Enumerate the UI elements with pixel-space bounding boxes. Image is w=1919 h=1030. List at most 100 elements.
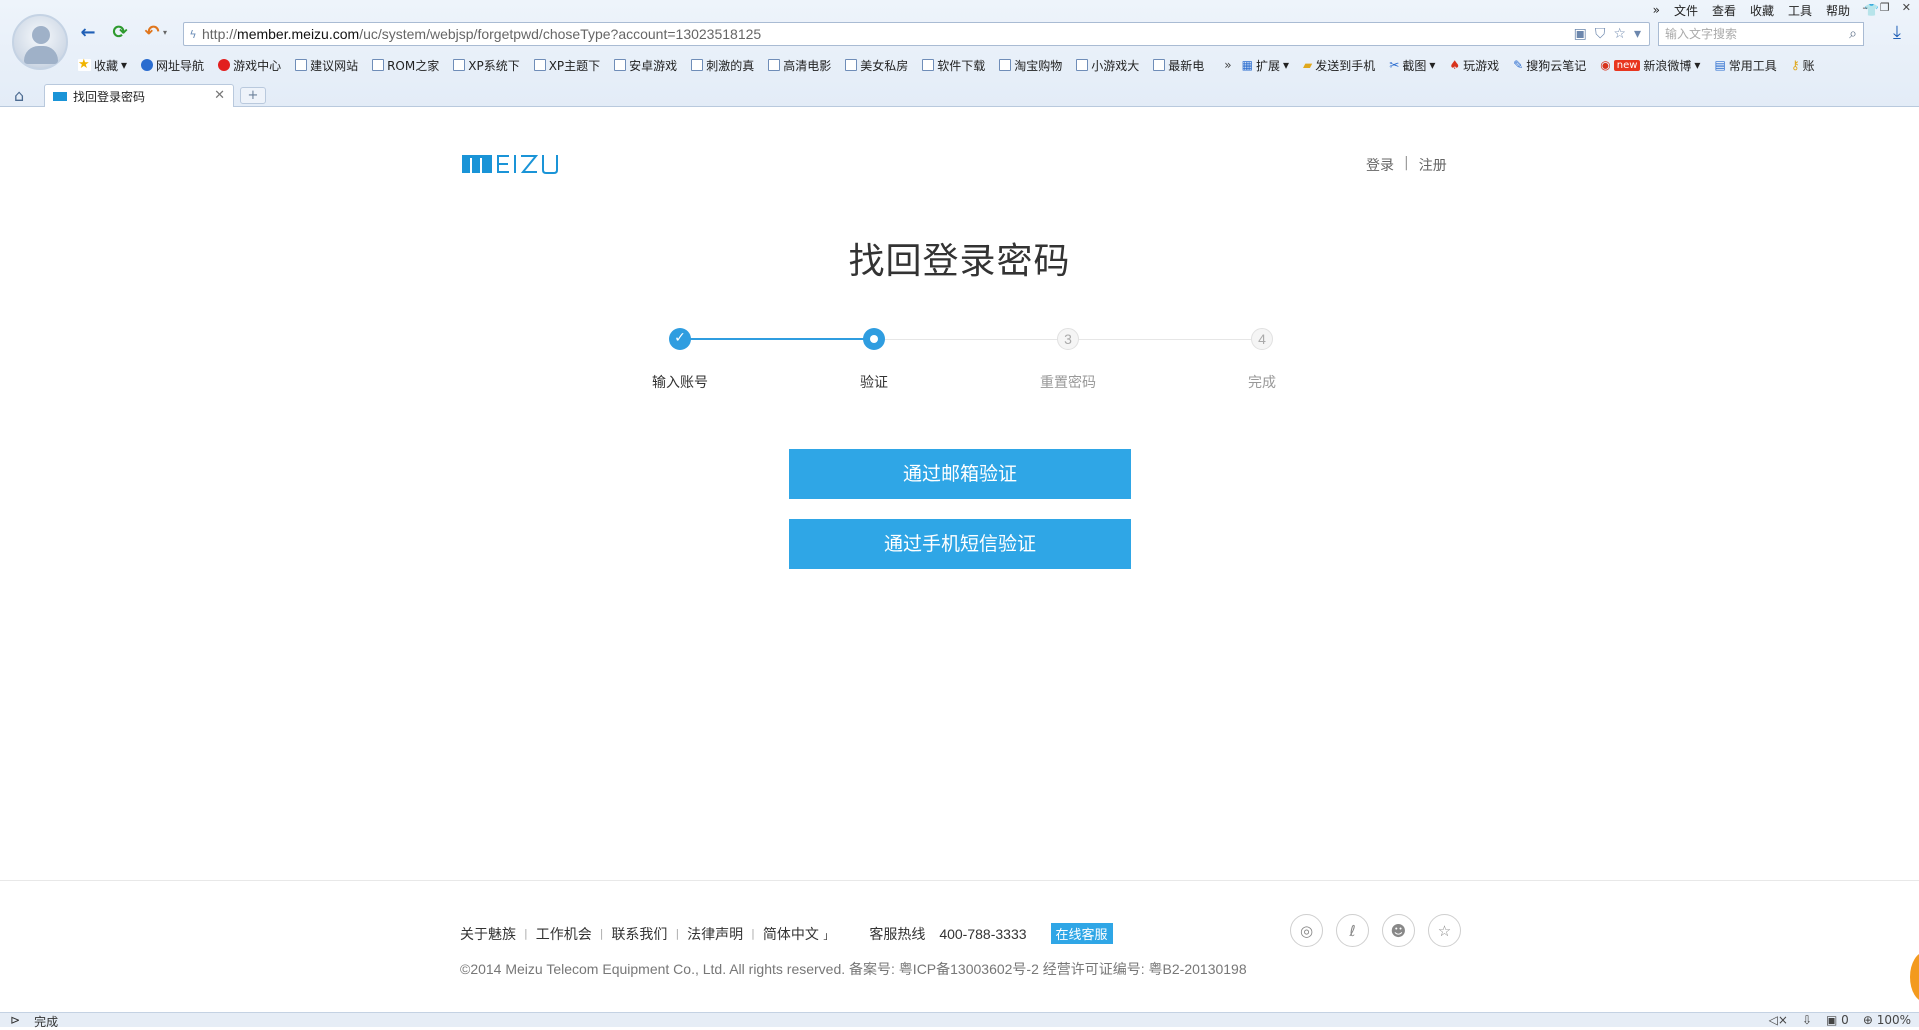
bookmark-item[interactable]: 安卓游戏 (614, 57, 677, 74)
floating-widget[interactable] (1910, 952, 1919, 1002)
mute-icon[interactable]: ◁× (1769, 1013, 1788, 1027)
bookmark-item[interactable]: 网址导航 (141, 57, 204, 74)
tool-screenshot[interactable]: ✂ 截图 ▾ (1389, 57, 1435, 74)
wechat-icon[interactable]: ☻ (1382, 914, 1415, 947)
phone-icon: ▰ (1303, 58, 1313, 72)
status-bar: ⊳ 完成 ◁× ⇩ ▣ 0 ⊕ 100% (0, 1012, 1919, 1030)
bookmark-item[interactable]: 建议网站 (295, 57, 358, 74)
footer-link-about[interactable]: 关于魅族 (460, 924, 516, 944)
footer-link-jobs[interactable]: 工作机会 (536, 924, 592, 944)
window-controls: – ❐ ✕ (1862, 1, 1911, 14)
menu-help[interactable]: 帮助 (1826, 2, 1850, 19)
bookmark-item[interactable]: ROM之家 (372, 57, 439, 74)
tab-close-icon[interactable]: ✕ (214, 88, 225, 103)
page-icon (845, 59, 858, 71)
new-tab-button[interactable]: + (240, 87, 266, 104)
home-icon[interactable]: ⌂ (14, 86, 24, 105)
undo-dropdown-icon[interactable]: ▾ (163, 28, 167, 37)
tool-extensions[interactable]: ▦ 扩展 ▾ (1242, 57, 1289, 74)
restore-icon[interactable]: ❐ (1880, 1, 1890, 14)
login-link[interactable]: 登录 (1366, 155, 1394, 175)
bookmarks-more[interactable]: » (1224, 58, 1231, 72)
step-3-label: 重置密码 (1040, 375, 1096, 391)
page-icon (453, 59, 466, 71)
back-arrow-icon[interactable]: ← (77, 22, 99, 44)
address-dropdown-icon[interactable]: ▾ (1634, 26, 1641, 42)
meizu-logo[interactable] (462, 154, 568, 174)
compat-mode-icon[interactable]: ▣ (1574, 26, 1587, 42)
favorite-star-icon[interactable]: ☆ (1613, 26, 1626, 42)
url-text[interactable]: http://member.meizu.com/uc/system/webjsp… (202, 26, 1574, 42)
download-icon[interactable]: ⤓ (1893, 22, 1901, 43)
gamepad-icon: ♠ (1449, 58, 1461, 72)
hotline-label: 客服热线 (869, 926, 926, 943)
shield-icon[interactable]: ⛉ (1595, 26, 1606, 42)
weibo-icon: ◉ (1600, 58, 1611, 72)
tool-cloud-notes[interactable]: ✎ 搜狗云笔记 (1513, 57, 1586, 74)
tencent-weibo-icon[interactable]: ℓ (1336, 914, 1369, 947)
email-verify-button[interactable]: 通过邮箱验证 (789, 449, 1131, 499)
tool-account[interactable]: ⚷ 账 (1791, 57, 1815, 74)
page-icon (372, 59, 385, 71)
menu-view[interactable]: 查看 (1712, 2, 1736, 19)
bookmark-item[interactable]: 美女私房 (845, 57, 908, 74)
bookmark-item[interactable]: 最新电 (1153, 57, 1204, 74)
menu-favorites[interactable]: 收藏 (1750, 2, 1774, 19)
footer-divider (0, 880, 1919, 881)
sidebar-toggle-icon[interactable]: ⊳ (10, 1013, 20, 1030)
bookmark-item[interactable]: 刺激的真 (691, 57, 754, 74)
step-4-node: 4 (1251, 328, 1273, 350)
social-links: ◎ ℓ ☻ ☆ (1290, 914, 1461, 947)
page-icon (922, 59, 935, 71)
page-icon (691, 59, 704, 71)
bookmark-item[interactable]: 游戏中心 (218, 57, 281, 74)
sms-verify-button[interactable]: 通过手机短信验证 (789, 519, 1131, 569)
bookmark-favorites[interactable]: ★ 收藏 ▾ (78, 57, 127, 74)
search-input[interactable]: 输入文字搜索 ⌕ (1658, 22, 1864, 46)
tool-send-to-phone[interactable]: ▰ 发送到手机 (1303, 57, 1375, 74)
address-bar[interactable]: ϟ http://member.meizu.com/uc/system/webj… (183, 22, 1650, 46)
bookmark-item[interactable]: XP主题下 (533, 57, 600, 74)
language-caret-icon: 」 (823, 930, 834, 942)
register-link[interactable]: 注册 (1419, 155, 1447, 175)
game-icon (218, 59, 231, 71)
tool-common-tools[interactable]: ▤ 常用工具 (1714, 57, 1776, 74)
bookmark-item[interactable]: XP系统下 (453, 57, 520, 74)
online-service-button[interactable]: 在线客服 (1050, 923, 1113, 944)
menu-more[interactable]: » (1653, 3, 1660, 17)
bookmark-item[interactable]: 淘宝购物 (999, 57, 1062, 74)
tool-weibo[interactable]: ◉ new 新浪微博 ▾ (1600, 57, 1700, 74)
bookmarks-bar: ★ 收藏 ▾ 网址导航 游戏中心 建议网站 ROM之家 XP系统下 XP主题下 安卓… (78, 56, 1829, 74)
blocked-count[interactable]: ▣ 0 (1826, 1013, 1849, 1027)
footer-links: 关于魅族 | 工作机会 | 联系我们 | 法律声明 | 简体中文 」 客服热线 … (460, 923, 1113, 944)
star-icon: ★ (78, 57, 91, 72)
page-icon (533, 59, 546, 71)
minimize-icon[interactable]: – (1862, 1, 1868, 14)
language-selector[interactable]: 简体中文 」 (763, 924, 833, 944)
bookmark-item[interactable]: 软件下载 (922, 57, 985, 74)
lightning-icon: ϟ (189, 27, 197, 41)
undo-icon[interactable]: ↶ (141, 22, 163, 44)
weibo-icon[interactable]: ◎ (1290, 914, 1323, 947)
menu-tools[interactable]: 工具 (1788, 2, 1812, 19)
close-window-icon[interactable]: ✕ (1902, 1, 1911, 14)
footer-link-contact[interactable]: 联系我们 (611, 924, 667, 944)
search-icon[interactable]: ⌕ (1849, 23, 1857, 45)
browser-chrome: » 文件 查看 收藏 工具 帮助 👕 – ❐ ✕ ← ⟳ ↶ ▾ ϟ http:… (0, 0, 1919, 107)
menu-file[interactable]: 文件 (1674, 2, 1698, 19)
bookmark-item[interactable]: 小游戏大 (1076, 57, 1139, 74)
hotline-number: 400-788-3333 (939, 925, 1027, 942)
auth-links: 登录 | 注册 (1366, 155, 1447, 175)
page-icon (1153, 59, 1166, 71)
footer-link-legal[interactable]: 法律声明 (687, 924, 743, 944)
bookmark-item[interactable]: 高清电影 (768, 57, 831, 74)
tab-forget-password[interactable]: 找回登录密码 ✕ (44, 84, 234, 107)
page-icon (614, 59, 627, 71)
tool-play-games[interactable]: ♠ 玩游戏 (1449, 57, 1499, 74)
user-avatar[interactable] (12, 14, 68, 70)
refresh-icon[interactable]: ⟳ (109, 22, 131, 44)
download-status-icon[interactable]: ⇩ (1802, 1013, 1812, 1027)
favorite-icon[interactable]: ☆ (1428, 914, 1461, 947)
zoom-level[interactable]: ⊕ 100% (1863, 1013, 1911, 1027)
step-2-dot-icon (863, 328, 885, 350)
